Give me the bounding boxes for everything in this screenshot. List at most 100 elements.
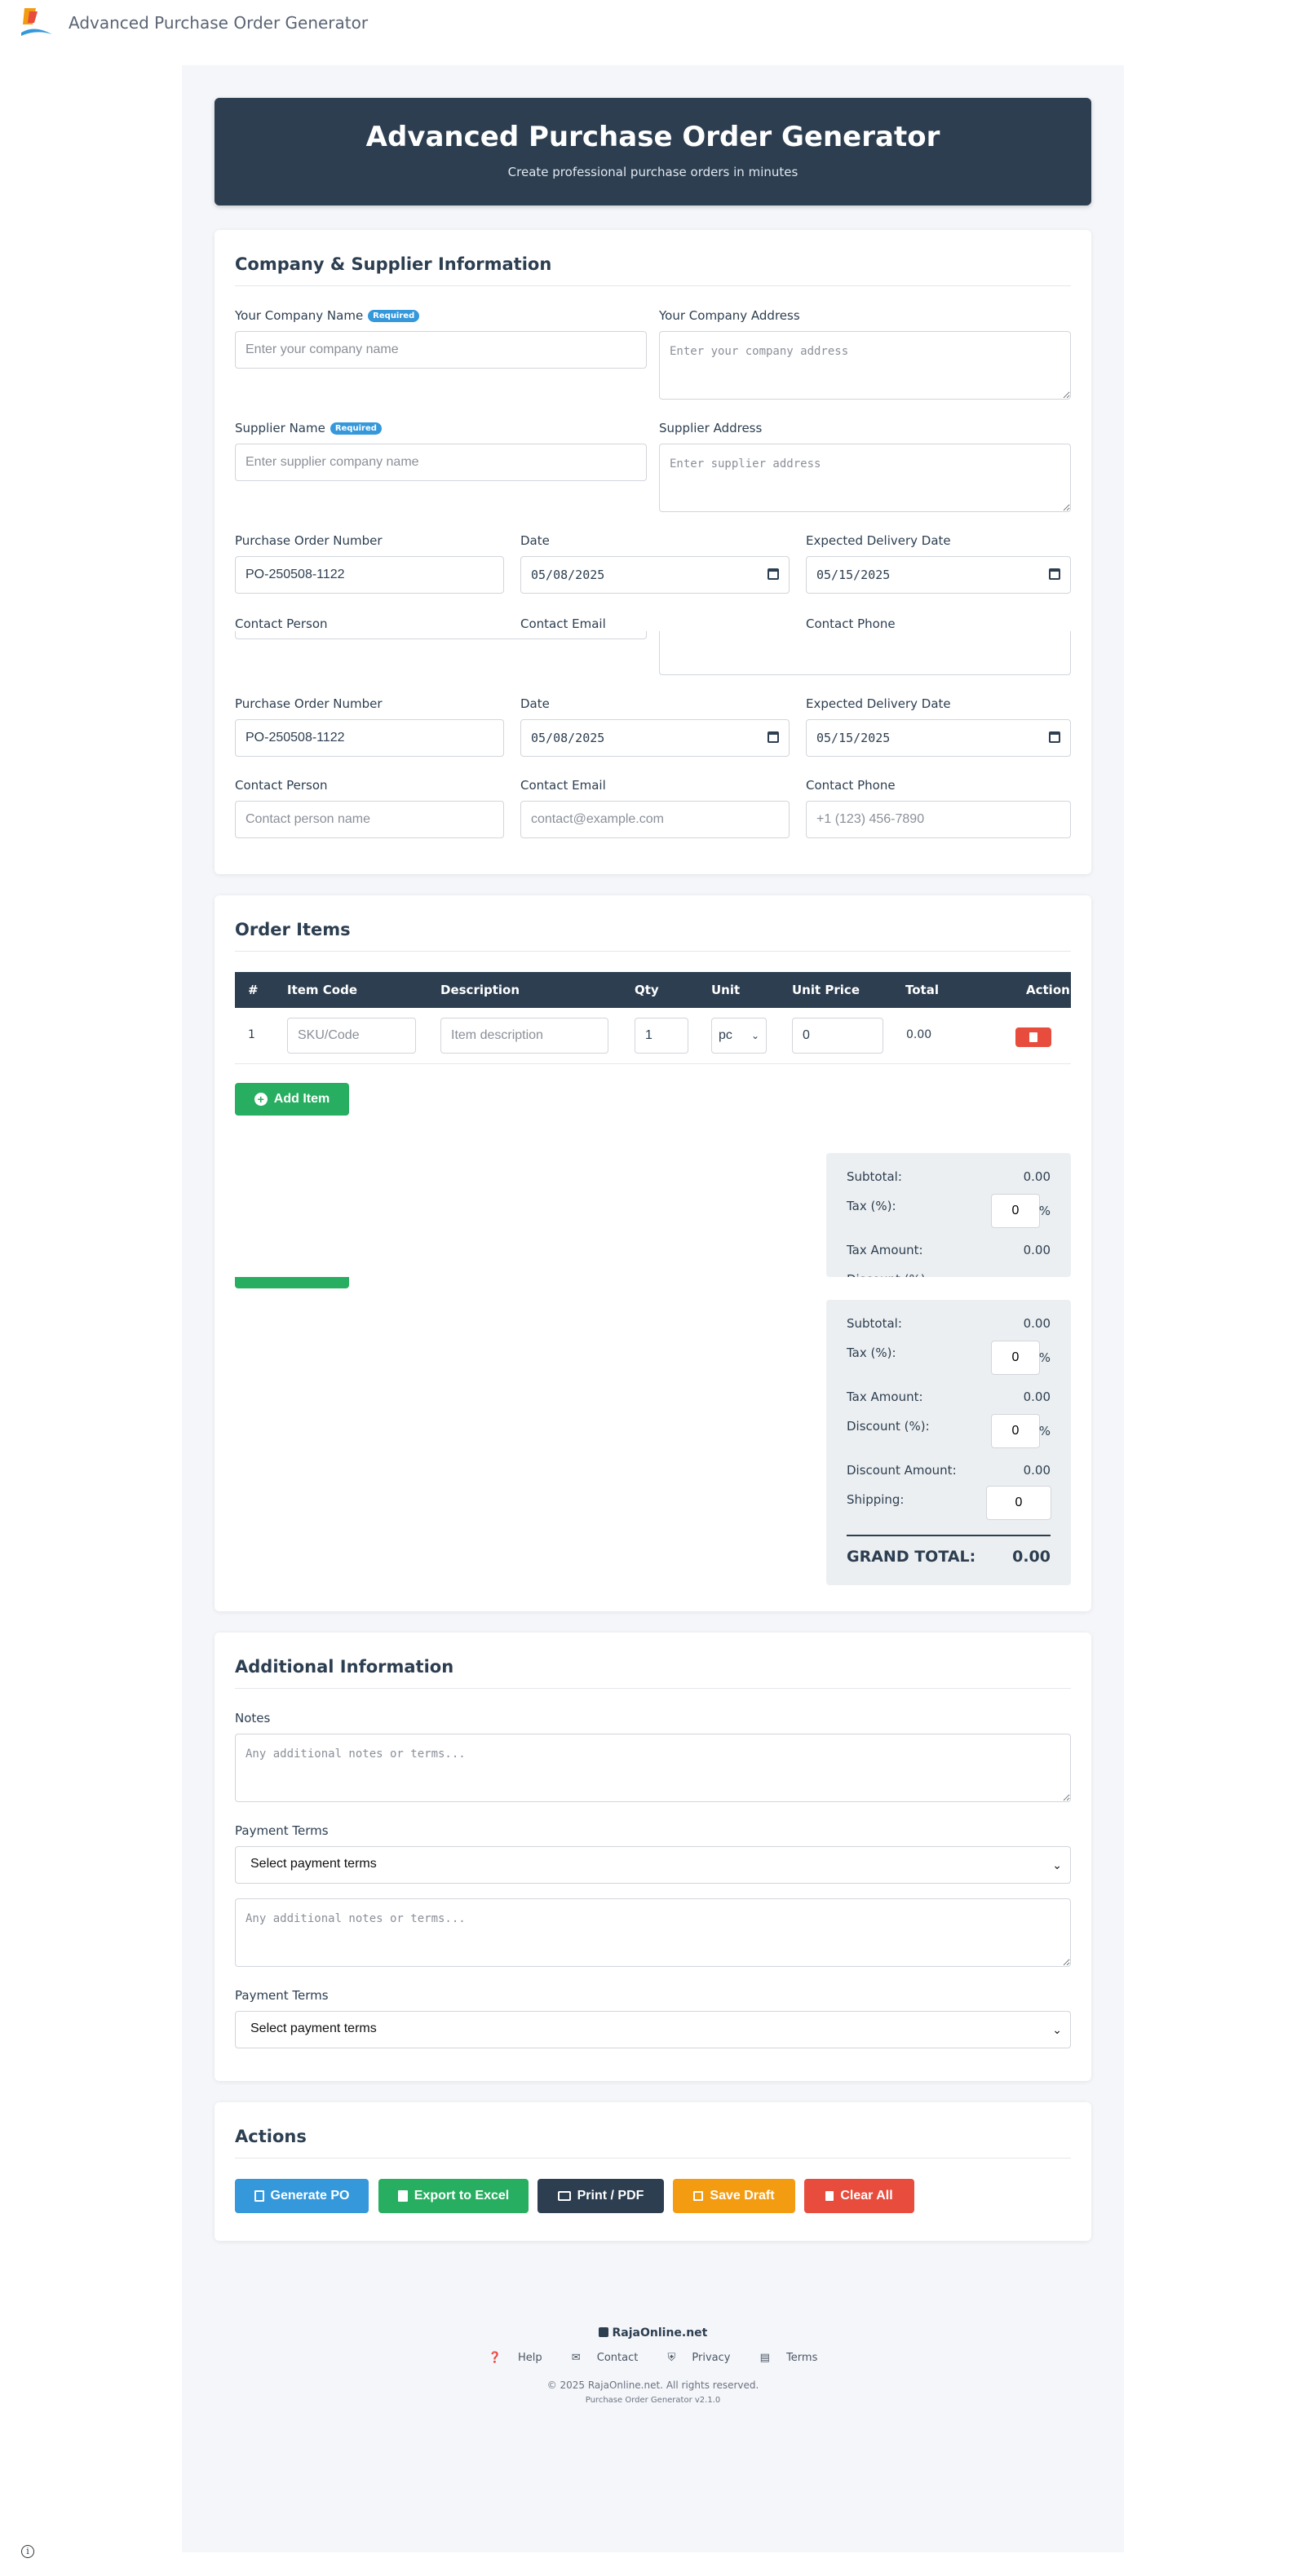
logo-icon: [21, 8, 52, 36]
footer-link-terms[interactable]: ▤ Terms: [754, 2352, 825, 2364]
tax-amount-value: 0.00: [1023, 1390, 1051, 1404]
discount-label: Discount (%):: [847, 1272, 930, 1277]
subtotal-value: 0.00: [1023, 1169, 1051, 1184]
po-number-input[interactable]: [235, 719, 504, 757]
footer-link-help[interactable]: ❓ Help: [482, 2352, 549, 2364]
contact-phone-input[interactable]: [806, 801, 1071, 838]
delivery-date-label: Expected Delivery Date: [806, 533, 951, 548]
clear-all-button[interactable]: Clear All: [804, 2179, 914, 2213]
calendar-icon: [768, 731, 779, 743]
add-item-button[interactable]: Add Item: [235, 1277, 349, 1288]
company-name-input[interactable]: [235, 331, 647, 369]
items-table-header: # Item Code Description Qty Unit Unit Pr…: [235, 972, 1071, 1008]
totals-divider: [847, 1535, 1051, 1536]
add-item-button[interactable]: + Add Item: [235, 1083, 349, 1116]
info-icon[interactable]: i: [21, 2545, 34, 2558]
column-header: Item Code: [287, 983, 358, 997]
date-label: Date: [520, 696, 550, 711]
supplier-name-label: Supplier Name Required: [235, 421, 382, 435]
tax-input[interactable]: [991, 1341, 1040, 1375]
footer-link-contact[interactable]: ✉ Contact: [565, 2352, 645, 2364]
top-bar: Advanced Purchase Order Generator: [0, 0, 1305, 51]
document-icon: ▤: [759, 2352, 770, 2364]
generate-po-button[interactable]: Generate PO: [235, 2179, 369, 2213]
company-address-label: Your Company Address: [659, 308, 800, 323]
footer-brand[interactable]: RajaOnline.net: [215, 2326, 1091, 2340]
plus-circle-icon: +: [254, 1093, 268, 1106]
file-excel-icon: [397, 2190, 408, 2202]
footer-copyright: © 2025 RajaOnline.net. All rights reserv…: [546, 2379, 759, 2391]
calendar-icon: [768, 568, 779, 580]
textarea-fragment: [659, 631, 1071, 675]
chevron-down-icon: ⌄: [1052, 2023, 1062, 2036]
subtotal-value: 0.00: [1023, 1316, 1051, 1331]
file-icon: [254, 2190, 264, 2202]
tax-input[interactable]: [991, 1194, 1040, 1228]
row-total: 0.00: [906, 1028, 932, 1041]
footer-link-privacy[interactable]: ⛨ Privacy: [661, 2352, 737, 2364]
contact-email-label: Contact Email: [520, 778, 606, 793]
supplier-address-input[interactable]: [659, 444, 1071, 512]
supplier-address-label: Supplier Address: [659, 421, 763, 435]
delete-row-button[interactable]: [1015, 1027, 1051, 1047]
save-draft-button[interactable]: Save Draft: [673, 2179, 795, 2213]
notes-input[interactable]: [235, 1734, 1071, 1802]
company-name-label: Your Company Name Required: [235, 308, 420, 323]
section-title: Company & Supplier Information: [235, 254, 1071, 286]
topbar-title: Advanced Purchase Order Generator: [69, 13, 369, 33]
column-header: Total: [905, 983, 939, 997]
item-description-input[interactable]: [440, 1018, 608, 1054]
payment-terms-select[interactable]: Select payment terms ⌄: [235, 1846, 1071, 1884]
export-excel-button[interactable]: Export to Excel: [378, 2179, 529, 2213]
delivery-date-input[interactable]: 05/15/2025: [806, 719, 1071, 757]
required-badge: Required: [330, 422, 382, 435]
footer-version: Purchase Order Generator v2.1.0: [585, 2396, 721, 2405]
delivery-date-input[interactable]: 05/15/2025: [806, 556, 1071, 594]
tax-amount-value: 0.00: [1023, 1243, 1051, 1257]
supplier-name-input[interactable]: [235, 444, 647, 481]
discount-input[interactable]: [991, 1414, 1040, 1448]
input-fragment: [235, 631, 647, 639]
tax-amount-label: Tax Amount:: [847, 1390, 923, 1404]
contact-person-input[interactable]: [235, 801, 504, 838]
column-header: Unit: [711, 983, 741, 997]
column-header: #: [248, 983, 259, 997]
item-code-input[interactable]: [287, 1018, 416, 1054]
unit-price-input[interactable]: [792, 1018, 883, 1054]
column-header: Description: [440, 983, 520, 997]
row-index: 1: [248, 1028, 255, 1041]
po-number-input[interactable]: [235, 556, 504, 594]
date-input[interactable]: 05/08/2025: [520, 719, 790, 757]
unit-select[interactable]: pc ⌄: [711, 1018, 767, 1054]
section-title: Additional Information: [235, 1657, 1071, 1689]
company-supplier-card: Company & Supplier Information Your Comp…: [215, 230, 1091, 874]
subtotal-label: Subtotal:: [847, 1316, 902, 1331]
discount-amount-label: Discount Amount:: [847, 1463, 957, 1478]
discount-label: Discount (%):: [847, 1419, 930, 1434]
page-subtitle: Create professional purchase orders in m…: [507, 165, 798, 179]
column-header: Action: [1026, 983, 1070, 997]
contact-phone-label: Contact Phone: [806, 616, 896, 631]
column-header: Qty: [635, 983, 659, 997]
payment-terms-select[interactable]: Select payment terms ⌄: [235, 2011, 1071, 2048]
order-items-card: Order Items # Item Code Description Qty …: [215, 895, 1091, 1611]
tax-amount-label: Tax Amount:: [847, 1243, 923, 1257]
page-title: Advanced Purchase Order Generator: [365, 121, 940, 153]
contact-email-label: Contact Email: [520, 616, 606, 631]
company-address-input[interactable]: [659, 331, 1071, 400]
date-label: Date: [520, 533, 550, 548]
print-icon: [557, 2191, 571, 2201]
trash-icon: [1029, 1032, 1037, 1042]
contact-email-input[interactable]: [520, 801, 790, 838]
print-pdf-button[interactable]: Print / PDF: [537, 2179, 664, 2213]
save-icon: [693, 2191, 704, 2201]
tax-label: Tax (%):: [847, 1345, 896, 1360]
notes-input[interactable]: [235, 1898, 1071, 1967]
qty-input[interactable]: [635, 1018, 688, 1054]
shipping-input[interactable]: [986, 1486, 1051, 1520]
section-title: Actions: [235, 2127, 1071, 2158]
date-input[interactable]: 05/08/2025: [520, 556, 790, 594]
column-header: Unit Price: [792, 983, 860, 997]
subtotal-label: Subtotal:: [847, 1169, 902, 1184]
actions-card: Actions Generate PO Export to Excel Prin…: [215, 2102, 1091, 2241]
